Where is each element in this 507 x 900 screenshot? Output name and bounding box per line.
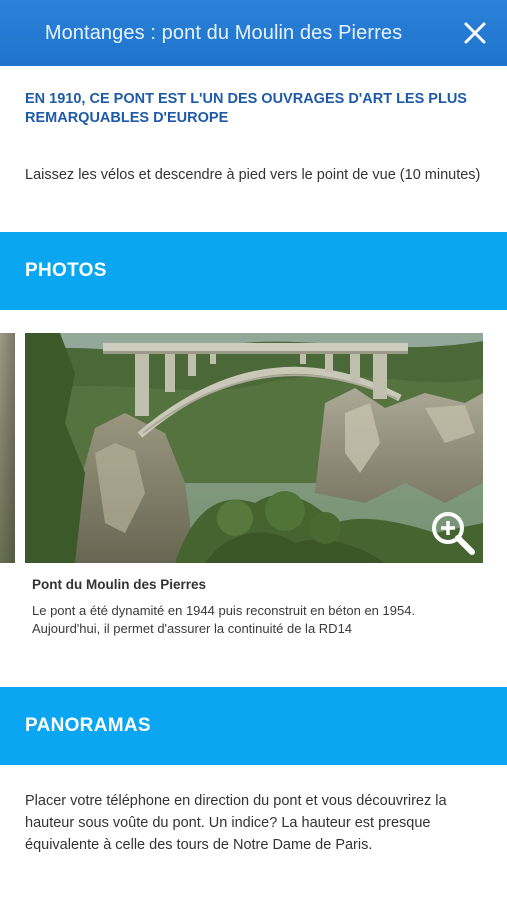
previous-photo-peek[interactable] — [0, 333, 15, 563]
page-title: Montanges : pont du Moulin des Pierres — [44, 21, 403, 44]
zoom-in-icon — [432, 512, 475, 555]
panoramas-description: Placer votre téléphone en direction du p… — [25, 793, 447, 853]
panoramas-section-title: PANORAMAS — [25, 715, 151, 736]
zoom-button[interactable] — [429, 509, 477, 557]
photos-section-title: PHOTOS — [25, 260, 107, 281]
photo-caption-title: Pont du Moulin des Pierres — [32, 577, 207, 592]
photos-section-header: PHOTOS — [0, 232, 507, 310]
poi-intro-text: Laissez les vélos et descendre à pied ve… — [25, 167, 481, 183]
close-icon — [464, 22, 486, 44]
app-header: Montanges : pont du Moulin des Pierres — [0, 0, 507, 66]
bridge-photo-image — [25, 333, 483, 563]
photo-caption-text: Le pont a été dynamité en 1944 puis reco… — [32, 603, 416, 636]
photo-carousel[interactable] — [0, 333, 507, 563]
bridge-photo[interactable] — [25, 333, 483, 563]
close-button[interactable] — [461, 19, 489, 47]
previous-photo-shade — [0, 333, 15, 563]
poi-headline: EN 1910, CE PONT EST L'UN DES OUVRAGES D… — [25, 91, 467, 126]
panoramas-section-header: PANORAMAS — [0, 687, 507, 765]
